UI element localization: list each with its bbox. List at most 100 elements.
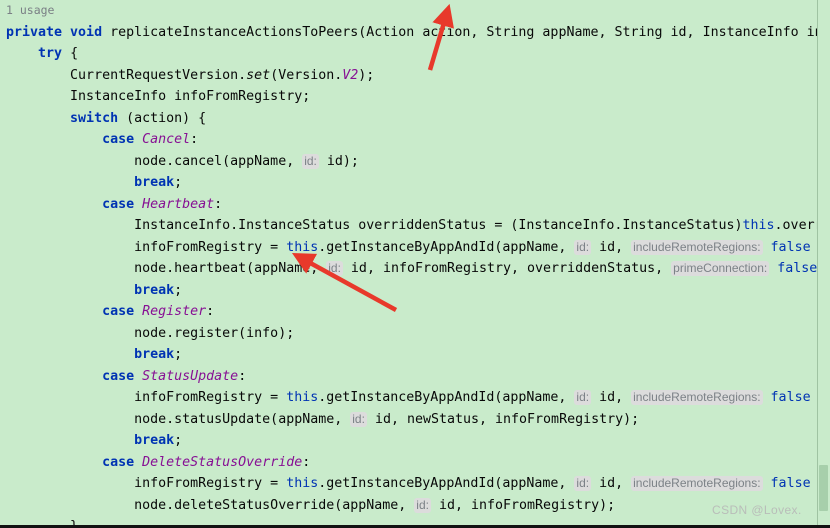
line-case-cancel[interactable]: case Cancel: [0, 129, 830, 151]
line-node-register[interactable]: node.register(info); [0, 323, 830, 345]
code-token: CurrentRequestVersion. [70, 67, 247, 83]
code-token: break [134, 175, 175, 190]
vertical-scrollbar-track[interactable] [817, 0, 830, 525]
line-case-heartbeat[interactable]: case Heartbeat: [0, 194, 830, 216]
line-break-3[interactable]: break; [0, 344, 830, 366]
code-token: id, [662, 24, 703, 40]
code-token: (Version. [270, 67, 343, 83]
code-token: set [246, 67, 271, 83]
code-token: id, infoFromRegistry); [430, 497, 616, 513]
code-token: .getInstanceByAppAndId(appName, [318, 476, 575, 491]
code-token: case [102, 196, 143, 212]
code-token: infoFromRegistry = [134, 476, 287, 491]
line-break-4[interactable]: break; [0, 430, 830, 452]
line-usage-inlay[interactable]: 1 usage [0, 0, 830, 22]
line-statusupdate-getinstance[interactable]: infoFromRegistry = this.getInstanceByApp… [0, 387, 830, 409]
code-token: : [238, 368, 247, 384]
line-case-deletestatusoverride[interactable]: case DeleteStatusOverride: [0, 452, 830, 474]
code-token: : [302, 454, 311, 470]
code-token: action, [414, 24, 487, 40]
code-token: infoFromRegistry = [134, 239, 287, 255]
parameter-name-hint: id: [302, 153, 319, 169]
parameter-name-hint: includeRemoteRegions: [631, 239, 763, 255]
parameter-name-hint: id: [574, 239, 592, 255]
code-token: .getInstanceByAppAndId(appName, [318, 390, 575, 405]
code-token: String [486, 24, 535, 40]
code-token: ; [174, 175, 183, 190]
line-try[interactable]: try { [0, 43, 830, 65]
code-token: case [102, 454, 143, 470]
code-token: StatusUpdate [142, 368, 239, 384]
line-declare-infofromregistry[interactable]: InstanceInfo infoFromRegistry; [0, 86, 830, 108]
code-token: : [214, 196, 223, 212]
code-token: node.heartbeat(appName, [134, 261, 327, 276]
vertical-scrollbar-thumb[interactable] [819, 465, 828, 511]
code-editor-pane[interactable]: 1 usage private void replicateInstanceAct… [0, 0, 830, 528]
line-node-deletestatusoverride[interactable]: node.deleteStatusOverride(appName, id: i… [0, 495, 830, 517]
code-token: Heartbeat [142, 196, 215, 212]
line-delete-getinstance[interactable]: infoFromRegistry = this.getInstanceByApp… [0, 473, 830, 495]
code-token: ); [358, 67, 375, 83]
code-token: id, [591, 476, 632, 491]
line-break-2[interactable]: break; [0, 280, 830, 302]
source-code-area[interactable]: 1 usage private void replicateInstanceAct… [0, 0, 830, 525]
code-token: void [70, 24, 111, 40]
line-break-1[interactable]: break; [0, 172, 830, 194]
code-token: break [134, 347, 175, 362]
code-token: node.deleteStatusOverride(appName, [134, 497, 415, 513]
parameter-name-hint: id: [414, 497, 431, 513]
line-node-cancel[interactable]: node.cancel(appName, id: id); [0, 151, 830, 173]
code-token: node.register(info); [134, 325, 295, 341]
line-method-signature[interactable]: private void replicateInstanceActionsToP… [0, 22, 830, 44]
code-token: false [769, 261, 818, 276]
code-token: ; [174, 347, 183, 362]
line-node-heartbeat[interactable]: node.heartbeat(appName, id: id, infoFrom… [0, 258, 830, 280]
line-switch-action[interactable]: switch (action) { [0, 108, 830, 130]
code-token: id, [591, 390, 632, 405]
parameter-name-hint: id: [350, 411, 367, 427]
code-token: Register [142, 304, 207, 319]
line-case-register[interactable]: case Register: [0, 301, 830, 323]
code-token: this [286, 390, 319, 405]
code-token: InstanceInfo infoFromRegistry; [70, 89, 311, 104]
code-token: InstanceInfo.InstanceStatus overriddenSt… [134, 218, 743, 233]
line-heartbeat-getinstance[interactable]: infoFromRegistry = this.getInstanceByApp… [0, 237, 830, 259]
parameter-name-hint: includeRemoteRegions: [631, 390, 763, 405]
code-token: Action [366, 24, 415, 40]
code-token: id, infoFromRegistry, overriddenStatus, [342, 261, 672, 276]
code-token: this [286, 239, 319, 255]
code-token: (action) { [118, 110, 207, 126]
code-token: switch [70, 110, 119, 126]
line-currentrequestversion-set[interactable]: CurrentRequestVersion.set(Version.V2); [0, 65, 830, 87]
line-overridden-status[interactable]: InstanceInfo.InstanceStatus overriddenSt… [0, 215, 830, 237]
code-token: { [62, 46, 79, 61]
line-case-statusupdate[interactable]: case StatusUpdate: [0, 366, 830, 388]
code-token: break [134, 282, 175, 298]
code-token: break [134, 433, 175, 448]
code-token: : [190, 132, 199, 147]
line-node-statusupdate[interactable]: node.statusUpdate(appName, id: id, newSt… [0, 409, 830, 431]
code-token: Cancel [142, 132, 191, 147]
code-token: id); [318, 153, 359, 169]
code-token: 1 usage [6, 3, 55, 17]
code-token: node.cancel(appName, [134, 153, 303, 169]
code-token: this [286, 476, 319, 491]
code-token: case [102, 132, 143, 147]
line-close-switch[interactable]: } [0, 516, 830, 525]
